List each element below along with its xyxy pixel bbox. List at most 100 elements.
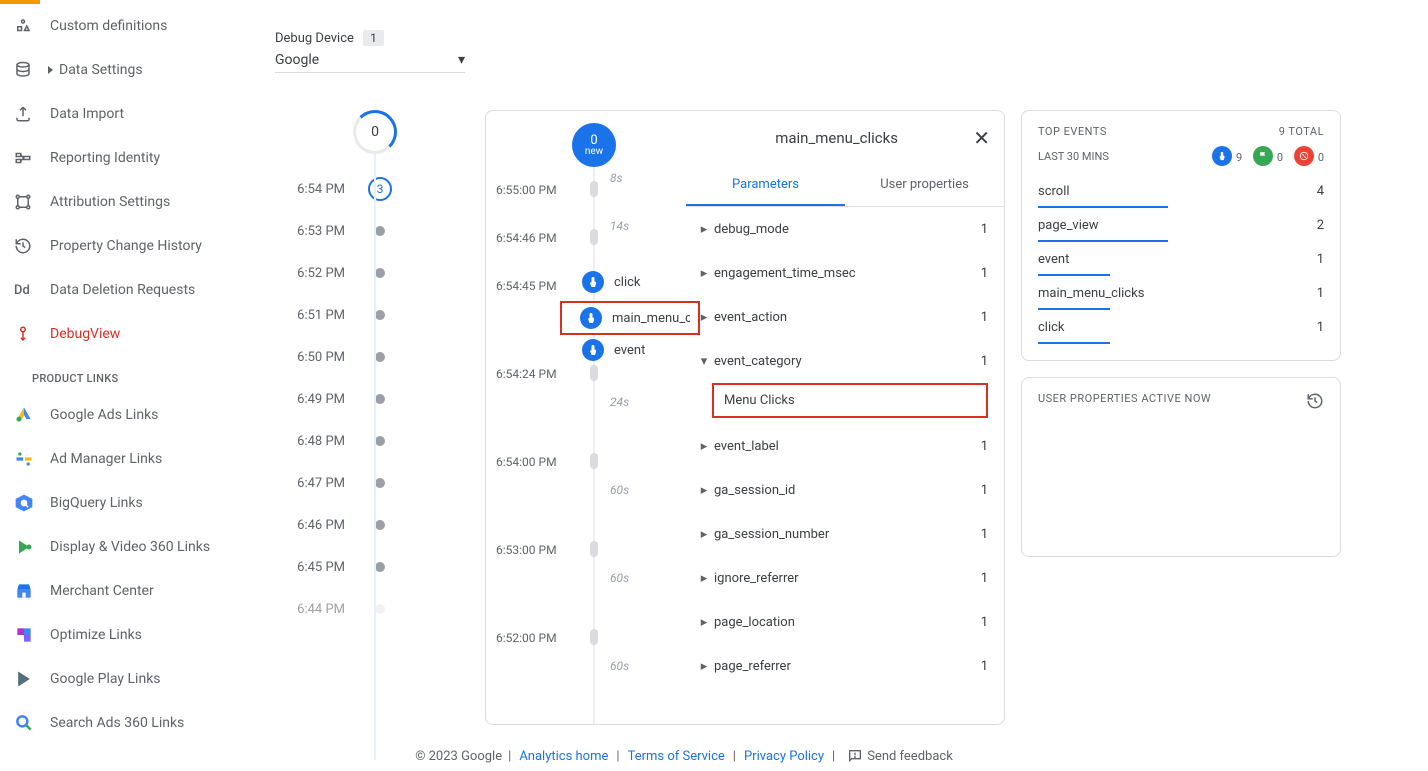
minute-row[interactable]: 6:50 PM: [275, 336, 415, 378]
footer-link-tos[interactable]: Terms of Service: [628, 749, 725, 764]
debug-icon: [14, 325, 50, 343]
sidebar-item-label: Google Ads Links: [50, 407, 158, 423]
parameter-row[interactable]: ▸page_location1: [686, 600, 1004, 644]
tab-parameters[interactable]: Parameters: [686, 165, 845, 206]
sidebar-item-label: BigQuery Links: [50, 495, 143, 511]
seconds-new-count: 0: [590, 134, 597, 147]
minute-row[interactable]: 6:54 PM3: [275, 168, 415, 210]
top-event-row[interactable]: click1: [1038, 312, 1324, 342]
minute-row[interactable]: 6:51 PM: [275, 294, 415, 336]
bigquery-icon: [14, 493, 50, 513]
timeline-event-event[interactable]: event: [582, 339, 645, 361]
parameter-value: 1: [981, 266, 988, 281]
minute-row[interactable]: 6:45 PM: [275, 546, 415, 588]
second-time: 6:55:00 PM: [496, 183, 557, 197]
timeline-event-click[interactable]: click: [582, 271, 641, 293]
minute-row[interactable]: 6:49 PM: [275, 378, 415, 420]
database-icon: [14, 61, 50, 79]
sidebar-item-dv360-links[interactable]: Display & Video 360 Links: [0, 525, 240, 569]
second-gap: 60s: [610, 659, 629, 673]
event-detail: main_menu_clicks ✕ Parameters User prope…: [686, 111, 1004, 724]
parameter-value: 1: [981, 483, 988, 498]
minute-time: 6:51 PM: [275, 308, 345, 323]
history-icon[interactable]: [1306, 392, 1324, 410]
minutes-top-marker[interactable]: 0: [353, 110, 397, 154]
parameter-row[interactable]: ▸event_label1: [686, 424, 1004, 468]
timeline-pill: [590, 229, 598, 245]
feedback-link[interactable]: Send feedback: [847, 748, 953, 764]
sidebar-item-google-ads-links[interactable]: Google Ads Links: [0, 393, 240, 437]
close-icon[interactable]: ✕: [973, 126, 990, 150]
footer-link-home[interactable]: Analytics home: [519, 749, 608, 764]
parameter-row[interactable]: ▾event_category1: [686, 339, 1004, 383]
seconds-new-marker[interactable]: 0 new: [572, 123, 616, 167]
top-event-row[interactable]: page_view2: [1038, 210, 1324, 240]
parameter-row[interactable]: ▸page_referrer1: [686, 644, 1004, 688]
sidebar-item-data-deletion-requests[interactable]: Dd Data Deletion Requests: [0, 268, 240, 312]
second-time: 6:54:45 PM: [496, 279, 557, 293]
parameter-row[interactable]: ▸ignore_referrer1: [686, 556, 1004, 600]
sidebar-item-ad-manager-links[interactable]: Ad Manager Links: [0, 437, 240, 481]
sidebar-item-label: Google Play Links: [50, 671, 161, 687]
optimize-icon: [14, 625, 50, 645]
top-event-row[interactable]: event1: [1038, 244, 1324, 274]
parameter-row[interactable]: ▸ga_session_number1: [686, 512, 1004, 556]
sidebar-item-label: Data Settings: [59, 62, 143, 78]
top-event-bar: [1038, 274, 1110, 276]
second-gap: 60s: [610, 483, 629, 497]
parameter-key: event_action: [714, 310, 981, 325]
top-event-count: 1: [1317, 320, 1324, 335]
minute-time: 6:49 PM: [275, 392, 345, 407]
parameter-row[interactable]: ▸engagement_time_msec1: [686, 251, 1004, 295]
minute-row[interactable]: 6:53 PM: [275, 210, 415, 252]
tab-user-properties[interactable]: User properties: [845, 165, 1004, 206]
sidebar-item-label: Search Ads 360 Links: [50, 715, 184, 731]
minute-row[interactable]: 6:47 PM: [275, 462, 415, 504]
top-event-row[interactable]: scroll4: [1038, 176, 1324, 206]
sidebar-item-debugview[interactable]: DebugView: [0, 312, 240, 356]
minute-row[interactable]: 6:48 PM: [275, 420, 415, 462]
minute-row[interactable]: 6:44 PM: [275, 588, 415, 630]
minute-row[interactable]: 6:52 PM: [275, 252, 415, 294]
sidebar-item-attribution-settings[interactable]: Attribution Settings: [0, 180, 240, 224]
chevron-down-icon: ▾: [458, 52, 465, 68]
custom-definitions-icon: [14, 17, 50, 35]
footer-link-privacy[interactable]: Privacy Policy: [744, 749, 824, 764]
top-events-subheader: LAST 30 MINS: [1038, 150, 1109, 163]
parameter-key: page_referrer: [714, 659, 981, 674]
parameter-value: 1: [981, 354, 988, 369]
minute-marker: [345, 436, 415, 446]
sidebar-item-data-settings[interactable]: Data Settings: [0, 48, 240, 92]
timeline-event-main-menu[interactable]: main_menu_c: [560, 301, 700, 335]
sidebar-item-optimize-links[interactable]: Optimize Links: [0, 613, 240, 657]
sidebar-item-property-change-history[interactable]: Property Change History: [0, 224, 240, 268]
minute-time: 6:46 PM: [275, 518, 345, 533]
device-selector[interactable]: Google ▾: [275, 52, 465, 73]
parameter-row[interactable]: ▸ga_session_id1: [686, 468, 1004, 512]
footer-copyright: © 2023 Google: [415, 749, 502, 764]
minute-marker: [345, 268, 415, 278]
sidebar-item-custom-definitions[interactable]: Custom definitions: [0, 4, 240, 48]
parameters-list[interactable]: ▸debug_mode1▸engagement_time_msec1▸event…: [686, 207, 1004, 724]
sidebar-item-reporting-identity[interactable]: Reporting Identity: [0, 136, 240, 180]
minute-row[interactable]: 6:46 PM: [275, 504, 415, 546]
parameter-row[interactable]: ▸debug_mode1: [686, 207, 1004, 251]
second-gap: 60s: [610, 571, 629, 585]
top-event-name: event: [1038, 252, 1069, 267]
sidebar-item-merchant-center[interactable]: Merchant Center: [0, 569, 240, 613]
sidebar-item-label: Data Import: [50, 106, 124, 122]
sidebar-item-google-play-links[interactable]: Google Play Links: [0, 657, 240, 701]
sidebar-item-data-import[interactable]: Data Import: [0, 92, 240, 136]
feedback-label: Send feedback: [867, 749, 953, 764]
sidebar-item-search-ads-360-links[interactable]: Search Ads 360 Links: [0, 701, 240, 744]
attribution-icon: [14, 193, 50, 211]
flag-icon: [1253, 146, 1273, 166]
minute-time: 6:50 PM: [275, 350, 345, 365]
sidebar-item-label: Reporting Identity: [50, 150, 160, 166]
parameter-row[interactable]: ▸event_action1: [686, 295, 1004, 339]
second-time: 6:54:24 PM: [496, 367, 557, 381]
sidebar-item-bigquery-links[interactable]: BigQuery Links: [0, 481, 240, 525]
identity-icon: [14, 149, 50, 167]
timeline-pill: [590, 365, 598, 381]
top-event-row[interactable]: main_menu_clicks1: [1038, 278, 1324, 308]
